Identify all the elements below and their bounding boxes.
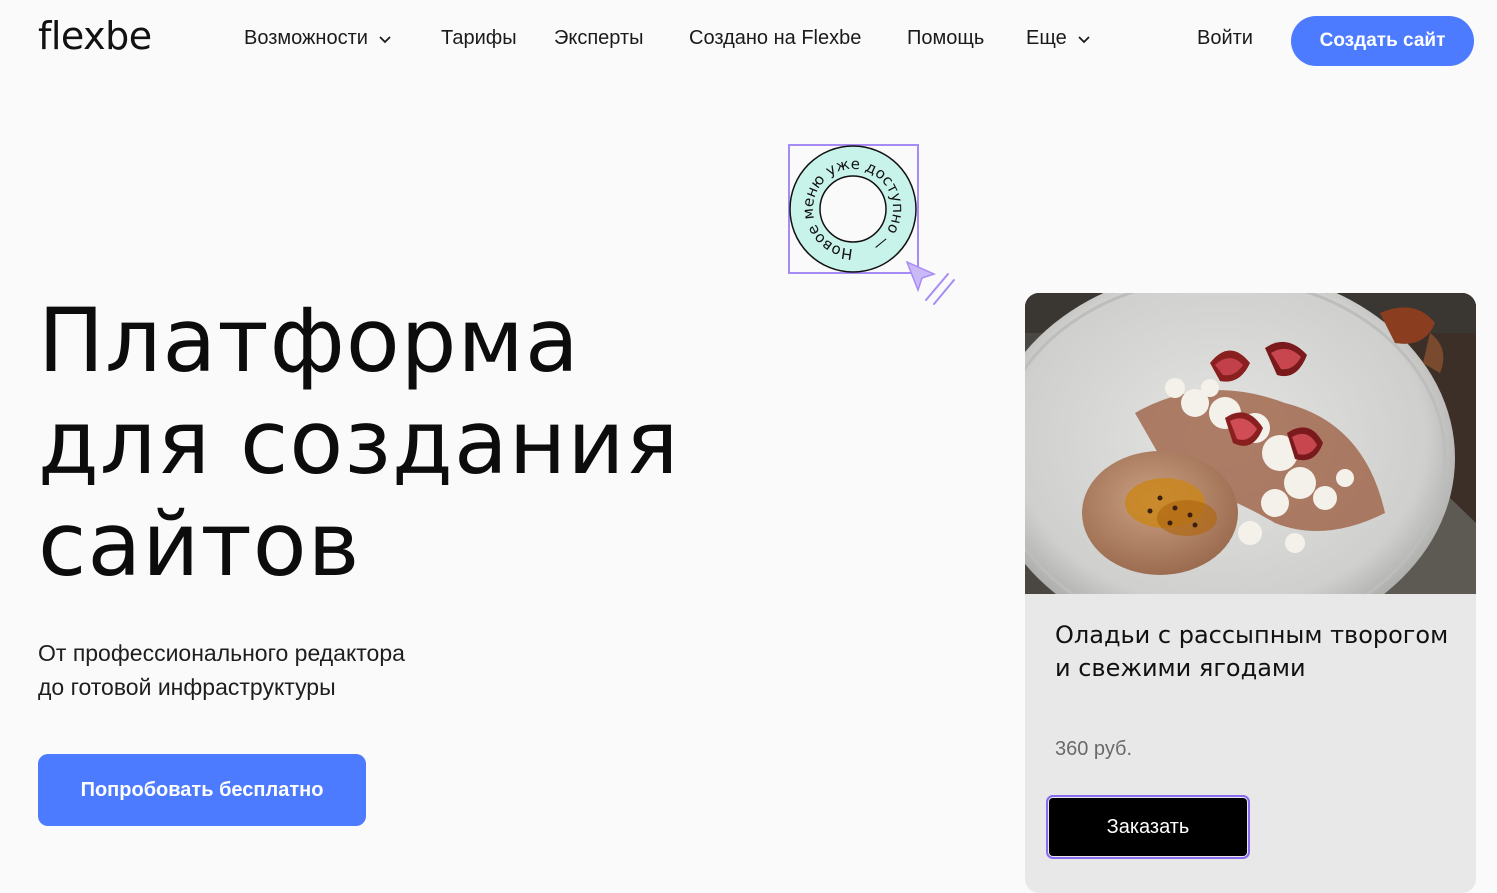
pointer-arrow-icon [905,260,955,305]
nav-item-more[interactable]: Еще [1026,27,1091,50]
create-site-button[interactable]: Создать сайт [1291,16,1474,66]
logo[interactable]: flexbe [38,14,152,58]
product-price: 360 руб. [1055,738,1133,760]
nav-item-label: Еще [1026,27,1067,49]
nav-item-label: Возможности [244,27,368,49]
top-navigation: flexbe Возможности Тарифы Эксперты Созда… [0,0,1497,78]
hero-subtitle: От профессионального редактора до готово… [38,636,405,704]
rotating-badge-icon: Новое меню уже доступно — [789,145,917,273]
nav-item-features[interactable]: Возможности [244,27,392,50]
order-button[interactable]: Заказать [1046,795,1250,859]
nav-item-label: Тарифы [441,27,517,49]
new-menu-badge[interactable]: Новое меню уже доступно — [788,144,919,274]
try-free-button[interactable]: Попробовать бесплатно [38,754,366,826]
chevron-down-icon [379,35,391,43]
nav-item-help[interactable]: Помощь [907,27,984,50]
nav-item-pricing[interactable]: Тарифы [441,27,517,50]
hero-title-line: сайтов [38,493,361,596]
hero-title-line: Платформа [38,289,580,392]
hero-title: Платформа для создания сайтов [38,290,679,596]
hero-subtitle-line: От профессионального редактора [38,640,405,666]
chevron-down-icon [1078,35,1090,43]
nav-item-label: Эксперты [554,27,644,49]
hero-subtitle-line: до готовой инфраструктуры [38,674,336,700]
food-photo [1025,293,1476,594]
product-card: Оладьи с рассыпным творогом и свежими яг… [1025,293,1476,893]
nav-item-label: Создано на Flexbe [689,27,862,49]
nav-item-showcase[interactable]: Создано на Flexbe [689,27,861,50]
hero-title-line: для создания [38,391,680,494]
nav-item-label: Помощь [907,27,985,49]
login-link[interactable]: Войти [1197,27,1253,50]
product-title: Оладьи с рассыпным творогом и свежими яг… [1055,621,1449,682]
nav-item-experts[interactable]: Эксперты [554,27,644,50]
